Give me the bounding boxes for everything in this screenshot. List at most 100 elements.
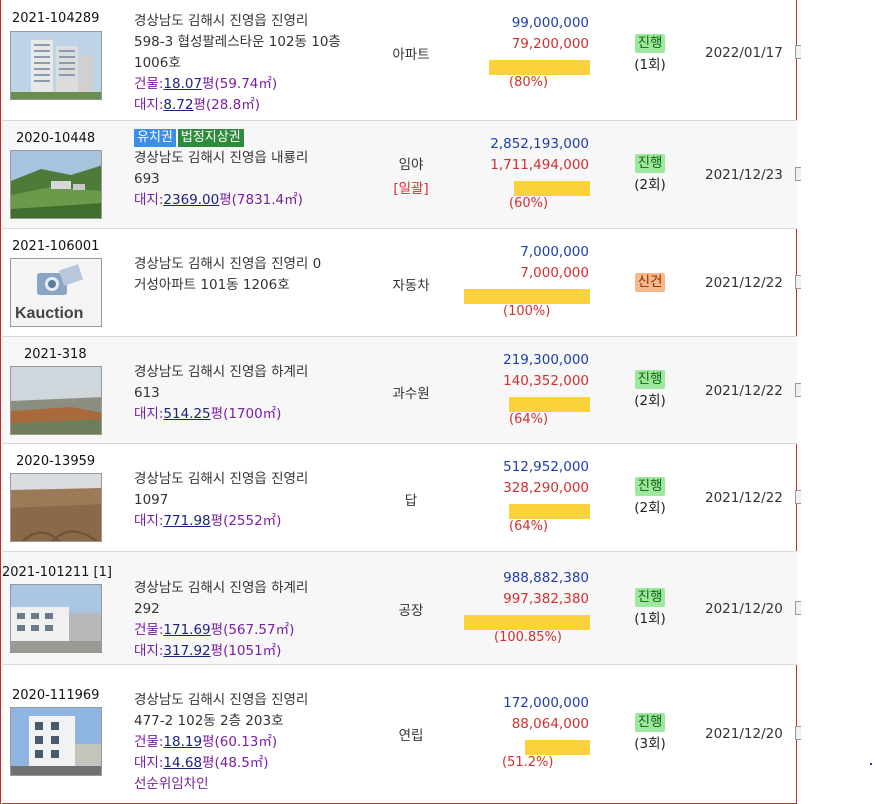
auction-date: 2021/12/20 [705,601,783,617]
minimum-price: 7,000,000 [520,265,589,281]
appraisal-price: 988,882,380 [503,570,589,586]
property-photo[interactable] [10,473,102,542]
auction-status: 진행 (3회) [608,713,692,752]
address-line: 598-3 협성팔레스타운 102동 10층 [134,34,341,50]
side-tab[interactable] [795,490,801,504]
property-type: 아파트 [392,47,430,63]
kauction-logo: Kauction [15,305,84,322]
case-number[interactable]: 2021-104289 [12,11,99,26]
table-row[interactable]: 2021-106001 Kauction 경상남도 김해시 진영읍 진영리 0 … [2,229,801,337]
address-line: 경상남도 김해시 진영읍 진영리 0 [134,256,322,272]
building-area-link[interactable]: 18.19 [163,734,202,750]
property-photo[interactable]: Kauction [10,258,102,327]
property-type: 과수원 [392,386,430,402]
property-type: 답 [404,493,418,509]
minimum-price: 328,290,000 [503,480,589,496]
auction-round: (2회) [634,500,666,516]
side-tab[interactable] [795,726,801,740]
land-area: 대지:317.92평(1051㎡) [134,643,282,659]
ratio-percent: (64%) [509,519,549,534]
land-area-link[interactable]: 514.25 [163,406,210,422]
status-badge: 진행 [634,713,666,732]
address-line: 613 [134,385,160,401]
auction-round: (2회) [634,177,666,193]
case-number[interactable]: 2020-13959 [16,454,95,469]
price-block: 7,000,000 7,000,000 [520,242,589,284]
side-tab[interactable] [795,383,801,397]
side-tab[interactable] [795,167,801,181]
ratio-bar [509,397,590,412]
case-number[interactable]: 2020-10448 [16,131,95,146]
table-row[interactable]: 2021-318 경상남도 김해시 진영읍 하계리 613 대지:514.25평… [2,337,801,444]
ratio-percent: (100%) [503,304,551,319]
land-area-link[interactable]: 8.72 [163,97,193,113]
land-area-link[interactable]: 14.68 [163,755,202,771]
property-address: 경상남도 김해시 진영읍 진영리 477-2 102동 2층 203호 건물:1… [134,690,308,795]
side-tab[interactable] [795,601,801,615]
property-address: 경상남도 김해시 진영읍 진영리 598-3 협성팔레스타운 102동 10층 … [134,11,341,116]
auction-round: (3회) [634,736,666,752]
property-photo[interactable] [10,150,102,219]
table-row[interactable]: 2020-13959 경상남도 김해시 진영읍 진영리 1097 대지:771.… [2,444,801,552]
property-address: 경상남도 김해시 진영읍 하계리 292 건물:171.69평(567.57㎡)… [134,578,308,662]
minimum-price: 997,382,380 [503,591,589,607]
address-line: 1006호 [134,55,181,71]
property-type: 임야 [일괄] [362,153,460,197]
ratio-bar [525,740,590,755]
case-number[interactable]: 2021-318 [24,347,87,362]
property-photo[interactable] [10,31,102,100]
building-area-link[interactable]: 171.69 [163,622,210,638]
case-number[interactable]: 2020-111969 [12,688,99,703]
ratio-bar [464,615,590,630]
property-type-label: 임야 [398,157,424,173]
building-area-link[interactable]: 18.07 [163,76,202,92]
camera-placeholder-icon [37,264,83,295]
minimum-price: 79,200,000 [511,36,589,52]
auction-status: 진행 (1회) [608,588,692,627]
senior-tenant-label: 선순위임차인 [134,776,209,792]
case-number[interactable]: 2021-101211 [1] [2,565,112,580]
land-area: 대지:14.68평(48.5㎡) [134,755,269,771]
building-area: 건물:171.69평(567.57㎡) [134,622,295,638]
appraisal-price: 7,000,000 [520,244,589,260]
land-area-link[interactable]: 2369.00 [163,192,219,208]
table-row[interactable]: 2020-10448 유치권 법정지상권 경상남도 김해시 진영읍 내룡리 693… [2,121,801,229]
land-area: 대지:514.25평(1700㎡) [134,406,282,422]
ratio-bar [514,181,590,196]
auction-status: 진행 (2회) [608,370,692,409]
case-number[interactable]: 2021-106001 [12,239,99,254]
ratio-percent: (64%) [509,412,549,427]
land-area-link[interactable]: 317.92 [163,643,210,659]
lien-tag: 유치권 [134,129,176,147]
table-row[interactable]: 2021-104289 경상남도 김해시 진영읍 진영리 598-3 협성팔레스… [2,0,801,121]
side-tab[interactable] [795,275,801,289]
appraisal-price: 512,952,000 [503,459,589,475]
property-photo[interactable] [10,707,102,776]
status-badge: 진행 [634,370,666,389]
appraisal-price: 219,300,000 [503,352,589,368]
auction-status: 진행 (2회) [608,477,692,516]
property-address: 경상남도 김해시 진영읍 진영리 1097 대지:771.98평(2552㎡) [134,469,308,532]
address-line: 경상남도 김해시 진영읍 진영리 [134,13,309,29]
ratio-bar [464,289,590,304]
property-photo[interactable] [10,584,102,653]
auction-date: 2022/01/17 [705,45,783,61]
auction-status: 진행 (1회) [608,34,692,73]
auction-list: 2021-104289 경상남도 김해시 진영읍 진영리 598-3 협성팔레스… [0,0,801,804]
auction-date: 2021/12/22 [705,275,783,291]
side-tab[interactable] [795,45,801,59]
table-row[interactable]: 2021-101211 [1] 경상남도 김해시 진영읍 하계리 292 건물:… [2,552,801,665]
auction-round: (1회) [634,611,666,627]
address-line: 477-2 102동 2층 203호 [134,713,284,729]
address-line: 경상남도 김해시 진영읍 진영리 [134,692,309,708]
land-area-link[interactable]: 771.98 [163,513,210,529]
address-line: 경상남도 김해시 진영읍 내룡리 [134,150,309,166]
auction-date: 2021/12/23 [705,167,783,183]
price-block: 172,000,000 88,064,000 [503,693,589,735]
property-photo[interactable] [10,366,102,435]
table-row[interactable]: 2020-111969 경상남도 김해시 진영읍 진영리 477-2 102동 … [2,665,801,804]
auction-round: (2회) [634,393,666,409]
ratio-bar [509,504,590,519]
appraisal-price: 99,000,000 [511,15,589,31]
building-area: 건물:18.07평(59.74㎡) [134,76,278,92]
